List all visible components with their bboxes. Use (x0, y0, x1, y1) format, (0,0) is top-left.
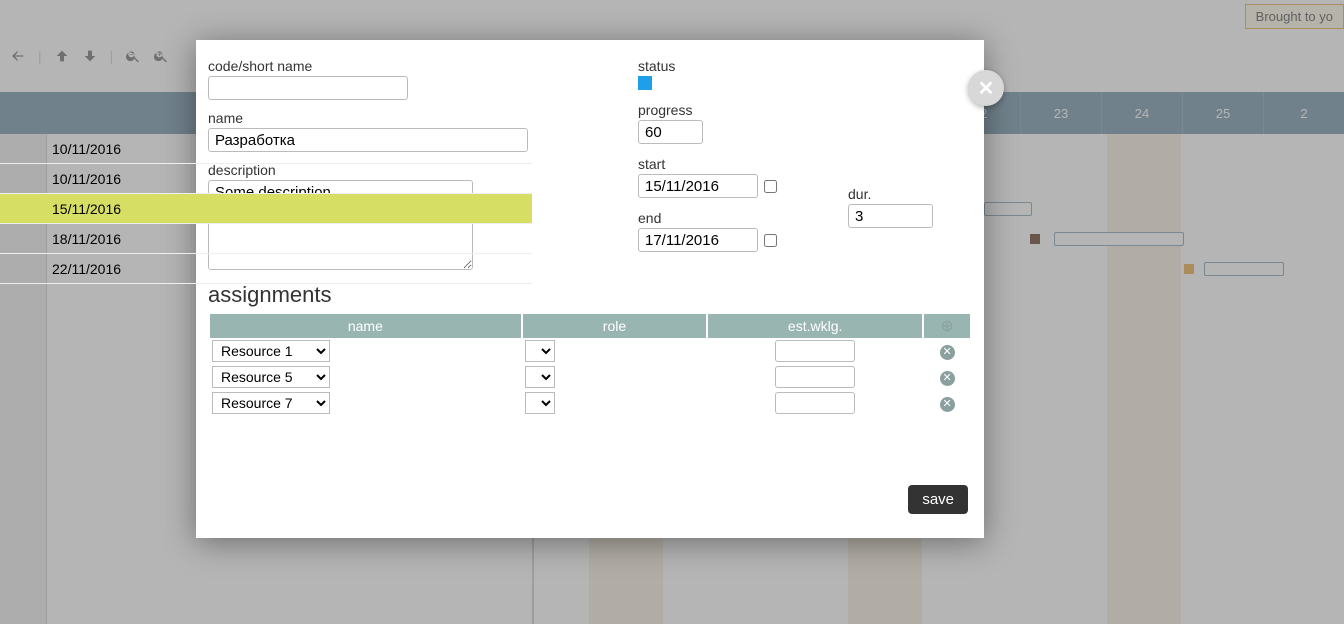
status-label: status (638, 58, 828, 74)
add-assignment-icon[interactable]: ⊕ (939, 318, 955, 334)
delete-assignment-icon[interactable]: ✕ (940, 397, 955, 412)
assign-header-name: name (210, 314, 521, 338)
est-input[interactable] (775, 366, 855, 388)
role-select[interactable] (525, 366, 555, 388)
delete-assignment-icon[interactable]: ✕ (940, 371, 955, 386)
dur-label: dur. (848, 186, 933, 202)
name-label: name (208, 110, 618, 126)
code-label: code/short name (208, 58, 618, 74)
est-input[interactable] (775, 392, 855, 414)
start-date-input[interactable] (638, 174, 758, 198)
role-select[interactable] (525, 340, 555, 362)
close-button[interactable]: ✕ (968, 70, 1004, 106)
resource-select[interactable]: Resource 1 (212, 340, 330, 362)
resource-select[interactable]: Resource 7 (212, 392, 330, 414)
gantt-row[interactable]: 15/11/2016 (0, 194, 532, 224)
status-color-swatch[interactable] (638, 76, 652, 90)
assign-header-role: role (523, 314, 706, 338)
end-label: end (638, 210, 828, 226)
assignments-table: name role est.wklg. ⊕ Resource 1✕Resourc… (208, 314, 972, 416)
dur-input[interactable] (848, 204, 933, 228)
start-checkbox[interactable] (764, 180, 777, 193)
gantt-row[interactable]: 10/11/2016 (0, 164, 532, 194)
end-checkbox[interactable] (764, 234, 777, 247)
assignment-row: Resource 1 ✕ (210, 338, 970, 364)
start-label: start (638, 156, 828, 172)
task-edit-modal: ✕ code/short name name description statu… (196, 40, 984, 538)
resource-select[interactable]: Resource 5 (212, 366, 330, 388)
gantt-row[interactable]: 10/11/2016 (0, 134, 532, 164)
progress-input[interactable] (638, 120, 703, 144)
gantt-row[interactable]: 22/11/2016 (0, 254, 532, 284)
end-date-input[interactable] (638, 228, 758, 252)
code-input[interactable] (208, 76, 408, 100)
assignment-row: Resource 7 ✕ (210, 390, 970, 416)
gantt-row[interactable]: 18/11/2016 (0, 224, 532, 254)
role-select[interactable] (525, 392, 555, 414)
progress-label: progress (638, 102, 828, 118)
save-button[interactable]: save (908, 485, 968, 514)
assign-header-est: est.wklg. (708, 314, 922, 338)
est-input[interactable] (775, 340, 855, 362)
assignment-row: Resource 5 ✕ (210, 364, 970, 390)
delete-assignment-icon[interactable]: ✕ (940, 345, 955, 360)
assignments-title: assignments (208, 282, 972, 308)
